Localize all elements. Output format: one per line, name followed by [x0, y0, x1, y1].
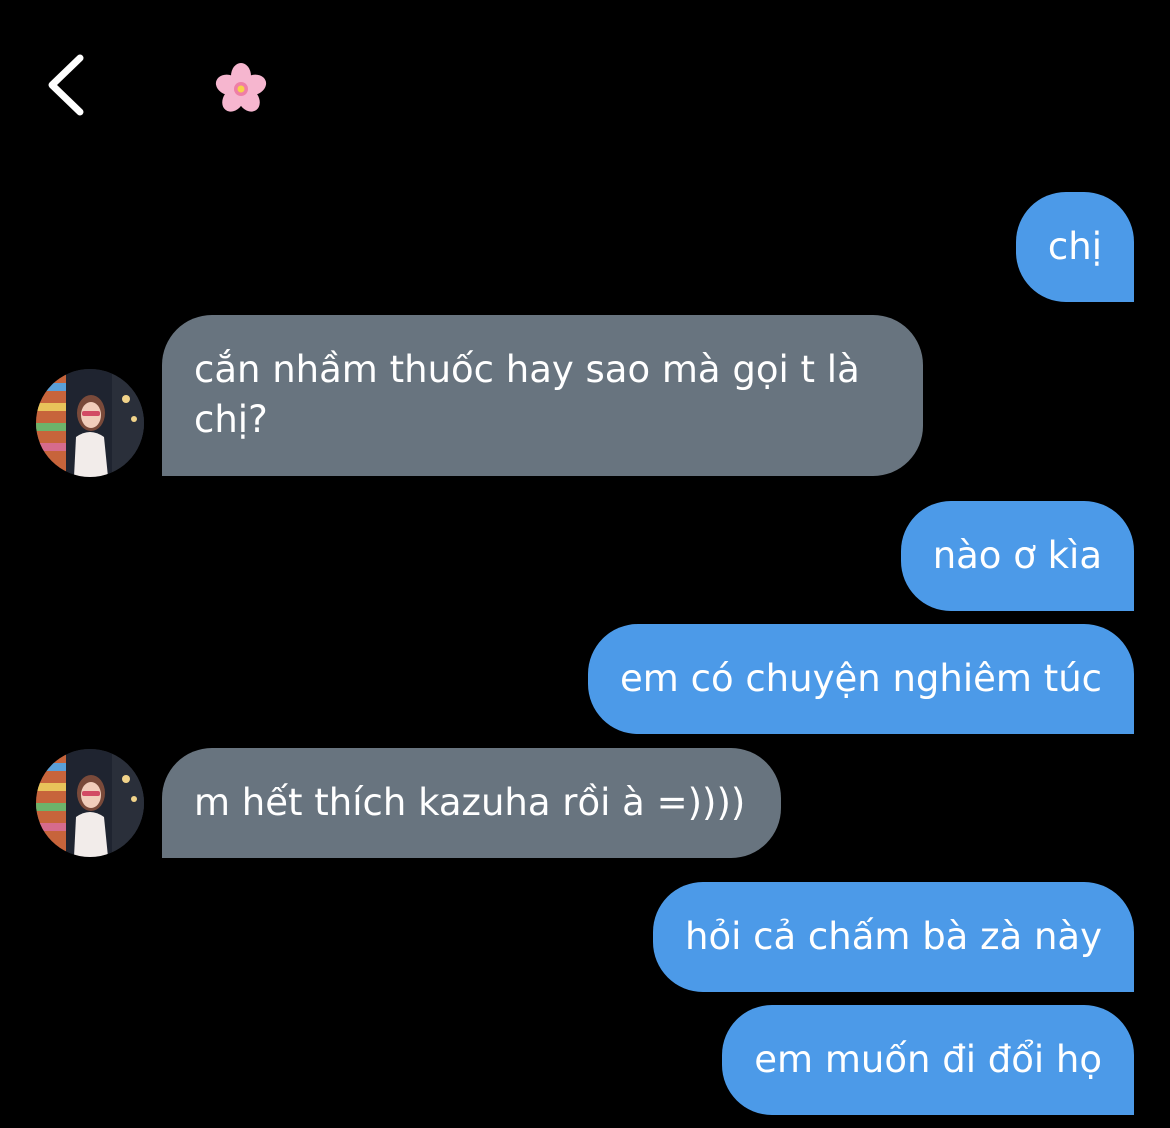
chevron-left-icon [48, 54, 84, 116]
contact-avatar[interactable] [36, 369, 144, 477]
sent-message[interactable]: chị [1015, 192, 1134, 302]
received-message[interactable]: m hết thích kazuha rồi à =)))) [162, 748, 782, 858]
contact-name-emoji[interactable] [214, 62, 268, 116]
sent-message[interactable]: em muốn đi đổi họ [722, 1005, 1134, 1115]
received-message[interactable]: cắn nhầm thuốc hay sao mà gọi t là chị? [162, 315, 923, 476]
sent-message[interactable]: hỏi cả chấm bà zà này [653, 882, 1134, 992]
back-button[interactable] [30, 40, 110, 130]
sent-message[interactable]: em có chuyện nghiêm túc [588, 624, 1134, 734]
profile-photo [36, 749, 144, 857]
chat-header [0, 0, 1170, 170]
cherry-blossom-icon [215, 63, 267, 112]
contact-avatar[interactable] [36, 749, 144, 857]
profile-photo [36, 369, 144, 477]
sent-message[interactable]: nào ơ kìa [900, 501, 1134, 611]
